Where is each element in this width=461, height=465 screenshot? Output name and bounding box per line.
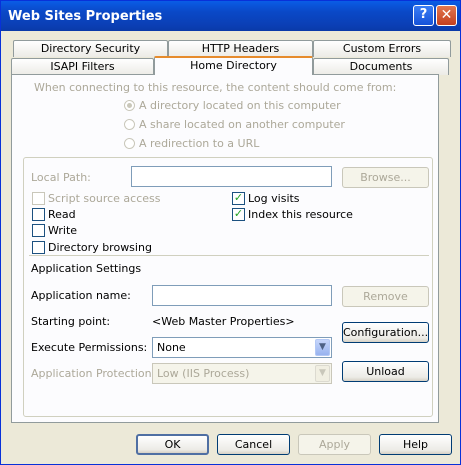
tab-home-directory[interactable]: Home Directory: [154, 56, 313, 75]
write-checkbox[interactable]: [32, 224, 45, 237]
section-divider: [29, 255, 429, 256]
chevron-down-icon[interactable]: ▼: [315, 339, 330, 356]
radio-local-directory[interactable]: [124, 100, 135, 111]
tab-http-headers[interactable]: HTTP Headers: [168, 40, 313, 57]
radio-url-redirect[interactable]: [124, 138, 135, 149]
application-protection-label: Application Protection:: [31, 367, 156, 380]
configuration-button[interactable]: Configuration...: [342, 322, 429, 343]
source-prompt: When connecting to this resource, the co…: [34, 81, 397, 94]
directory-browsing-checkbox[interactable]: [32, 241, 45, 254]
write-label: Write: [48, 224, 78, 237]
execute-permissions-select[interactable]: None ▼: [152, 337, 332, 358]
script-source-access-checkbox[interactable]: [32, 192, 45, 205]
remove-button[interactable]: Remove: [342, 286, 429, 307]
execute-permissions-value: None: [157, 341, 186, 354]
help-icon[interactable]: ?: [413, 5, 434, 26]
script-source-access-label: Script source access: [48, 192, 161, 205]
directory-browsing-label: Directory browsing: [48, 241, 152, 254]
starting-point-value: <Web Master Properties>: [152, 315, 295, 328]
log-visits-checkbox[interactable]: ✓: [232, 192, 245, 205]
execute-permissions-label: Execute Permissions:: [31, 341, 148, 354]
properties-dialog: Web Sites Properties ? ✕ Directory Secur…: [0, 0, 461, 465]
title-bar[interactable]: Web Sites Properties ? ✕: [1, 1, 460, 31]
window-title: Web Sites Properties: [8, 9, 163, 24]
index-resource-checkbox[interactable]: ✓: [232, 208, 245, 221]
application-name-input[interactable]: [152, 285, 332, 306]
radio-local-directory-label: A directory located on this computer: [139, 99, 341, 112]
apply-button[interactable]: Apply: [298, 434, 371, 455]
index-resource-label: Index this resource: [248, 208, 353, 221]
cancel-button[interactable]: Cancel: [217, 434, 290, 455]
help-button[interactable]: Help: [379, 434, 452, 455]
radio-network-share-label: A share located on another computer: [139, 118, 345, 131]
application-protection-value: Low (IIS Process): [157, 367, 250, 380]
radio-network-share[interactable]: [124, 119, 135, 130]
radio-url-redirect-label: A redirection to a URL: [139, 137, 260, 150]
ok-button[interactable]: OK: [136, 434, 209, 455]
tab-custom-errors[interactable]: Custom Errors: [313, 40, 451, 57]
local-path-label: Local Path:: [31, 171, 91, 184]
local-path-input[interactable]: [131, 166, 332, 187]
close-icon[interactable]: ✕: [436, 5, 457, 26]
application-settings-header: Application Settings: [31, 262, 142, 275]
application-protection-select[interactable]: Low (IIS Process) ▼: [152, 363, 332, 384]
tab-documents[interactable]: Documents: [313, 58, 449, 75]
read-checkbox[interactable]: [32, 208, 45, 221]
application-name-label: Application name:: [31, 289, 131, 302]
unload-button[interactable]: Unload: [342, 361, 429, 382]
read-label: Read: [48, 208, 76, 221]
starting-point-label: Starting point:: [31, 315, 111, 328]
browse-button[interactable]: Browse...: [342, 167, 429, 188]
log-visits-label: Log visits: [248, 192, 300, 205]
tab-directory-security[interactable]: Directory Security: [13, 40, 168, 57]
chevron-down-icon[interactable]: ▼: [315, 365, 330, 382]
tab-isapi-filters[interactable]: ISAPI Filters: [11, 58, 154, 75]
